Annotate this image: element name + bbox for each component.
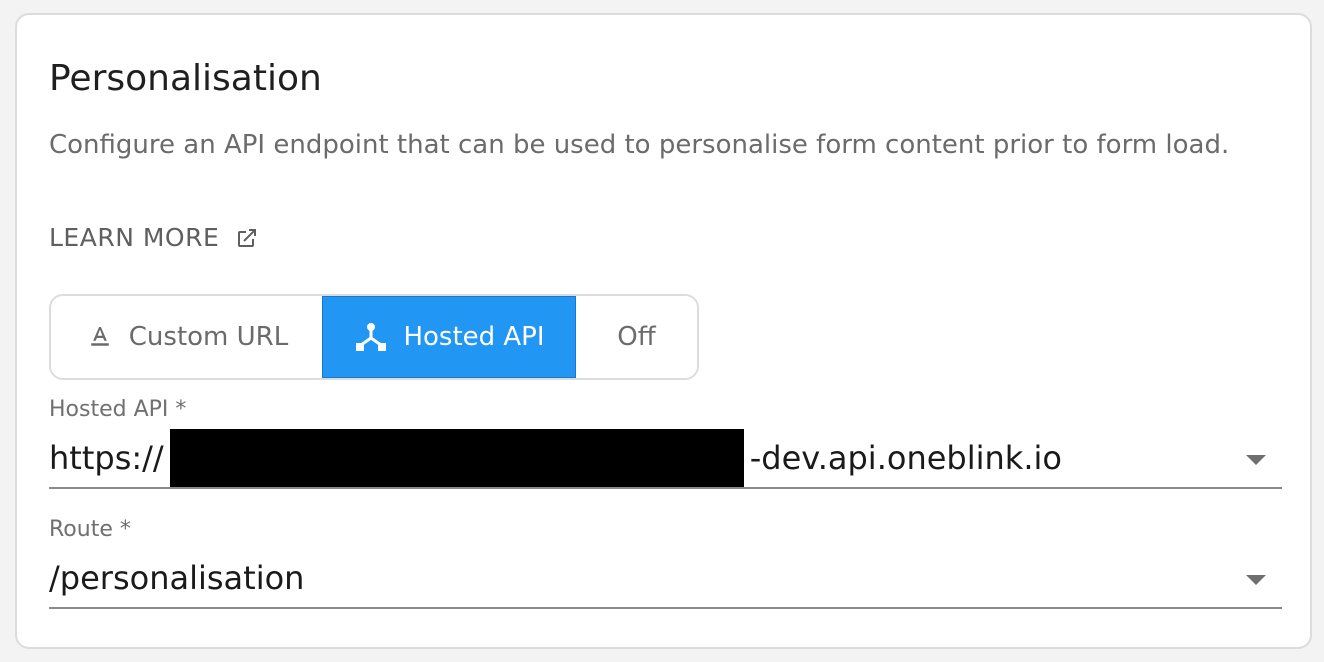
off-label: Off — [617, 322, 656, 352]
hosted-api-value-suffix: -dev.api.oneblink.io — [749, 439, 1062, 477]
learn-more-link[interactable]: LEARN MORE — [49, 223, 259, 252]
hosted-api-field-label: Hosted API * — [49, 397, 187, 422]
learn-more-label: LEARN MORE — [49, 223, 220, 252]
hosted-api-field: Hosted API * https:// -dev.api.oneblink.… — [49, 397, 1282, 489]
route-select[interactable]: /personalisation — [49, 549, 1282, 609]
hosted-api-label: Hosted API — [403, 322, 545, 352]
hosted-api-select[interactable]: https:// -dev.api.oneblink.io — [49, 429, 1282, 489]
hosted-api-value-prefix: https:// — [49, 439, 164, 477]
personalisation-card: Personalisation Configure an API endpoin… — [15, 13, 1312, 649]
route-field: Route * /personalisation — [49, 517, 1282, 609]
route-field-label: Route * — [49, 517, 131, 542]
custom-url-toggle[interactable]: Custom URL — [51, 296, 322, 378]
external-link-icon — [235, 226, 259, 250]
dropdown-arrow-icon[interactable] — [1246, 455, 1266, 465]
hosted-api-toggle[interactable]: Hosted API — [322, 296, 576, 378]
custom-url-label: Custom URL — [128, 322, 289, 352]
section-description: Configure an API endpoint that can be us… — [49, 130, 1230, 160]
redacted-block — [169, 429, 744, 487]
text-format-icon — [85, 322, 115, 352]
route-value: /personalisation — [49, 559, 305, 597]
mode-toggle-group: Custom URL Hosted API Off — [49, 294, 699, 380]
off-toggle[interactable]: Off — [576, 296, 697, 378]
section-title: Personalisation — [49, 58, 322, 99]
dropdown-arrow-icon[interactable] — [1246, 575, 1266, 585]
api-icon — [353, 319, 389, 355]
